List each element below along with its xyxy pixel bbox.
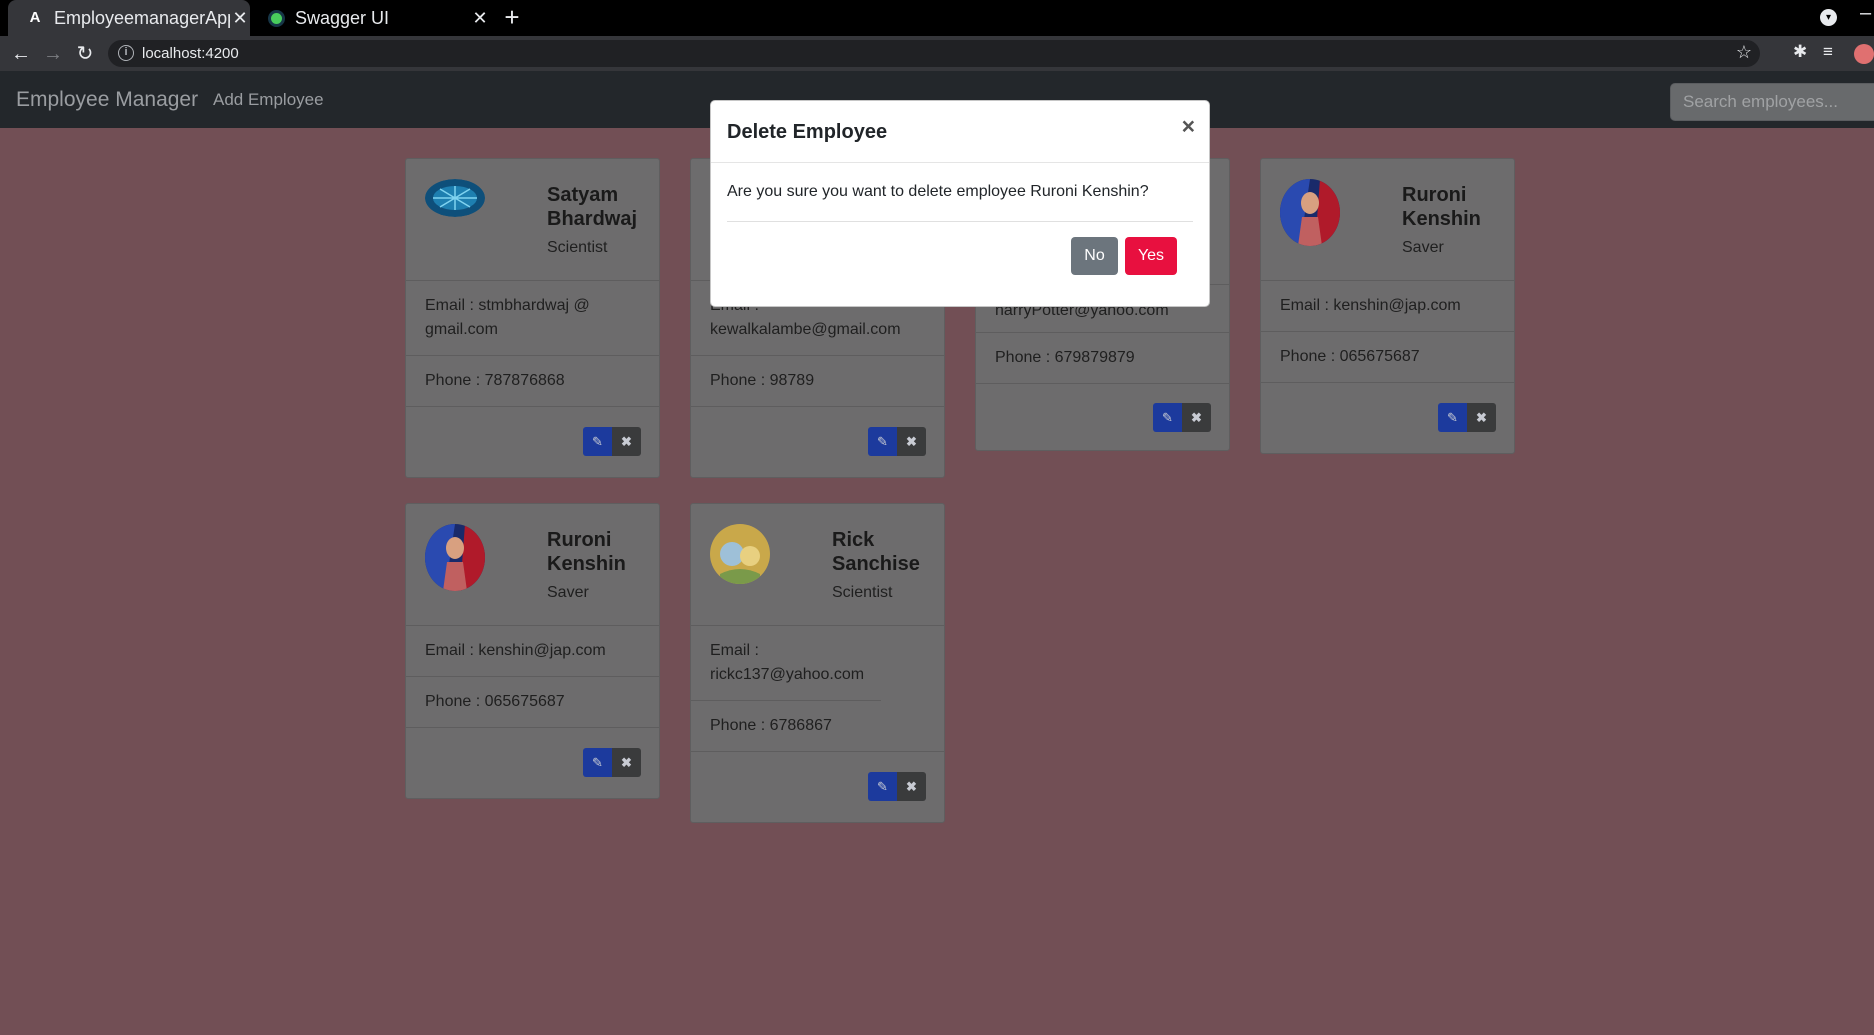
modal-message: Are you sure you want to delete employee…	[727, 183, 1149, 200]
edit-button[interactable]: ✎	[868, 772, 897, 801]
employee-title: Saver	[547, 584, 589, 601]
tab-title: Swagger UI	[295, 7, 390, 28]
address-bar[interactable]: i localhost:4200 ☆	[108, 40, 1760, 67]
employee-name: Ruroni Kenshin	[547, 529, 626, 575]
employee-email: Email : kenshin@jap.com	[406, 626, 659, 677]
x-icon: ✖	[906, 434, 917, 449]
delete-button[interactable]: ✖	[897, 427, 926, 456]
reload-icon[interactable]: ↻	[72, 41, 98, 67]
edit-button[interactable]: ✎	[583, 748, 612, 777]
angular-favicon-icon: A	[29, 9, 41, 26]
pencil-icon: ✎	[1162, 410, 1173, 425]
employee-title: Scientist	[832, 584, 893, 601]
tab-search-icon[interactable]: ▾	[1820, 9, 1837, 26]
employee-email: Email : stmbhardwaj @ gmail.com	[406, 281, 659, 356]
employee-avatar	[425, 524, 485, 591]
employee-card: Rick Sanchise Scientist Email : rickc137…	[690, 503, 945, 823]
pencil-icon: ✎	[877, 434, 888, 449]
employee-phone: Phone : 679879879	[976, 333, 1229, 384]
bookmark-star-icon[interactable]: ☆	[1736, 42, 1752, 63]
employee-card: Satyam Bhardwaj Scientist Email : stmbha…	[405, 158, 660, 478]
reading-list-icon[interactable]: ≡	[1823, 42, 1833, 62]
add-employee-link[interactable]: Add Employee	[213, 90, 324, 110]
forward-arrow-icon[interactable]: →	[40, 41, 66, 67]
employee-title: Scientist	[547, 239, 608, 256]
employee-phone: Phone : 6786867	[691, 701, 944, 752]
edit-button[interactable]: ✎	[868, 427, 897, 456]
employee-card: Ruroni Kenshin Saver Email : kenshin@jap…	[405, 503, 660, 799]
employee-avatar	[425, 179, 485, 217]
tab-employeemanager[interactable]: A EmployeemanagerApp ✕	[8, 0, 250, 36]
new-tab-button[interactable]: +	[498, 4, 526, 32]
employee-name: Ruroni Kenshin	[1402, 184, 1481, 230]
delete-employee-modal: Delete Employee × Are you sure you want …	[710, 100, 1210, 307]
no-button[interactable]: No	[1071, 237, 1118, 275]
pencil-icon: ✎	[1447, 410, 1458, 425]
pencil-icon: ✎	[592, 434, 603, 449]
employee-title: Saver	[1402, 239, 1444, 256]
delete-button[interactable]: ✖	[612, 427, 641, 456]
employee-name: Rick Sanchise	[832, 529, 920, 575]
back-arrow-icon[interactable]: ←	[8, 41, 34, 67]
tab-title: EmployeemanagerApp	[54, 7, 230, 28]
modal-title: Delete Employee	[727, 121, 888, 143]
tab-close-icon[interactable]: ✕	[470, 8, 490, 29]
pencil-icon: ✎	[592, 755, 603, 770]
employee-phone: Phone : 065675687	[1261, 332, 1514, 383]
minimize-icon[interactable]: –	[1860, 2, 1871, 25]
url-text: localhost:4200	[142, 45, 239, 62]
search-input[interactable]	[1670, 83, 1874, 121]
profile-avatar-icon[interactable]	[1854, 44, 1874, 64]
employee-card: Ruroni Kenshin Saver Email : kenshin@jap…	[1260, 158, 1515, 454]
x-icon: ✖	[621, 434, 632, 449]
browser-toolbar: ← → ↻ i localhost:4200 ☆ ✱ ≡	[0, 36, 1874, 71]
delete-button[interactable]: ✖	[1182, 403, 1211, 432]
edit-button[interactable]: ✎	[583, 427, 612, 456]
browser-tab-bar: A EmployeemanagerApp ✕ Swagger UI ✕ + ▾ …	[0, 0, 1874, 36]
extensions-puzzle-icon[interactable]: ✱	[1793, 42, 1807, 62]
site-info-icon[interactable]: i	[118, 45, 134, 61]
employee-phone: Phone : 98789	[691, 356, 944, 407]
employee-phone: Phone : 787876868	[406, 356, 659, 407]
x-icon: ✖	[906, 779, 917, 794]
close-icon[interactable]: ×	[1182, 113, 1195, 140]
employee-email: Email : kenshin@jap.com	[1261, 281, 1514, 332]
delete-button[interactable]: ✖	[897, 772, 926, 801]
tab-swagger[interactable]: Swagger UI ✕	[250, 0, 490, 36]
x-icon: ✖	[621, 755, 632, 770]
modal-divider	[727, 221, 1193, 222]
x-icon: ✖	[1191, 410, 1202, 425]
pencil-icon: ✎	[877, 779, 888, 794]
yes-button[interactable]: Yes	[1125, 237, 1177, 275]
navbar-brand[interactable]: Employee Manager	[16, 88, 198, 112]
employee-avatar	[1280, 179, 1340, 246]
employee-email: Email : rickc137@yahoo.com	[691, 626, 881, 701]
x-icon: ✖	[1476, 410, 1487, 425]
employee-name: Satyam Bhardwaj	[547, 184, 638, 230]
edit-button[interactable]: ✎	[1438, 403, 1467, 432]
delete-button[interactable]: ✖	[612, 748, 641, 777]
tab-close-icon[interactable]: ✕	[230, 8, 250, 29]
employee-phone: Phone : 065675687	[406, 677, 659, 728]
swagger-favicon-icon	[268, 9, 285, 27]
edit-button[interactable]: ✎	[1153, 403, 1182, 432]
employee-avatar	[710, 524, 770, 584]
delete-button[interactable]: ✖	[1467, 403, 1496, 432]
